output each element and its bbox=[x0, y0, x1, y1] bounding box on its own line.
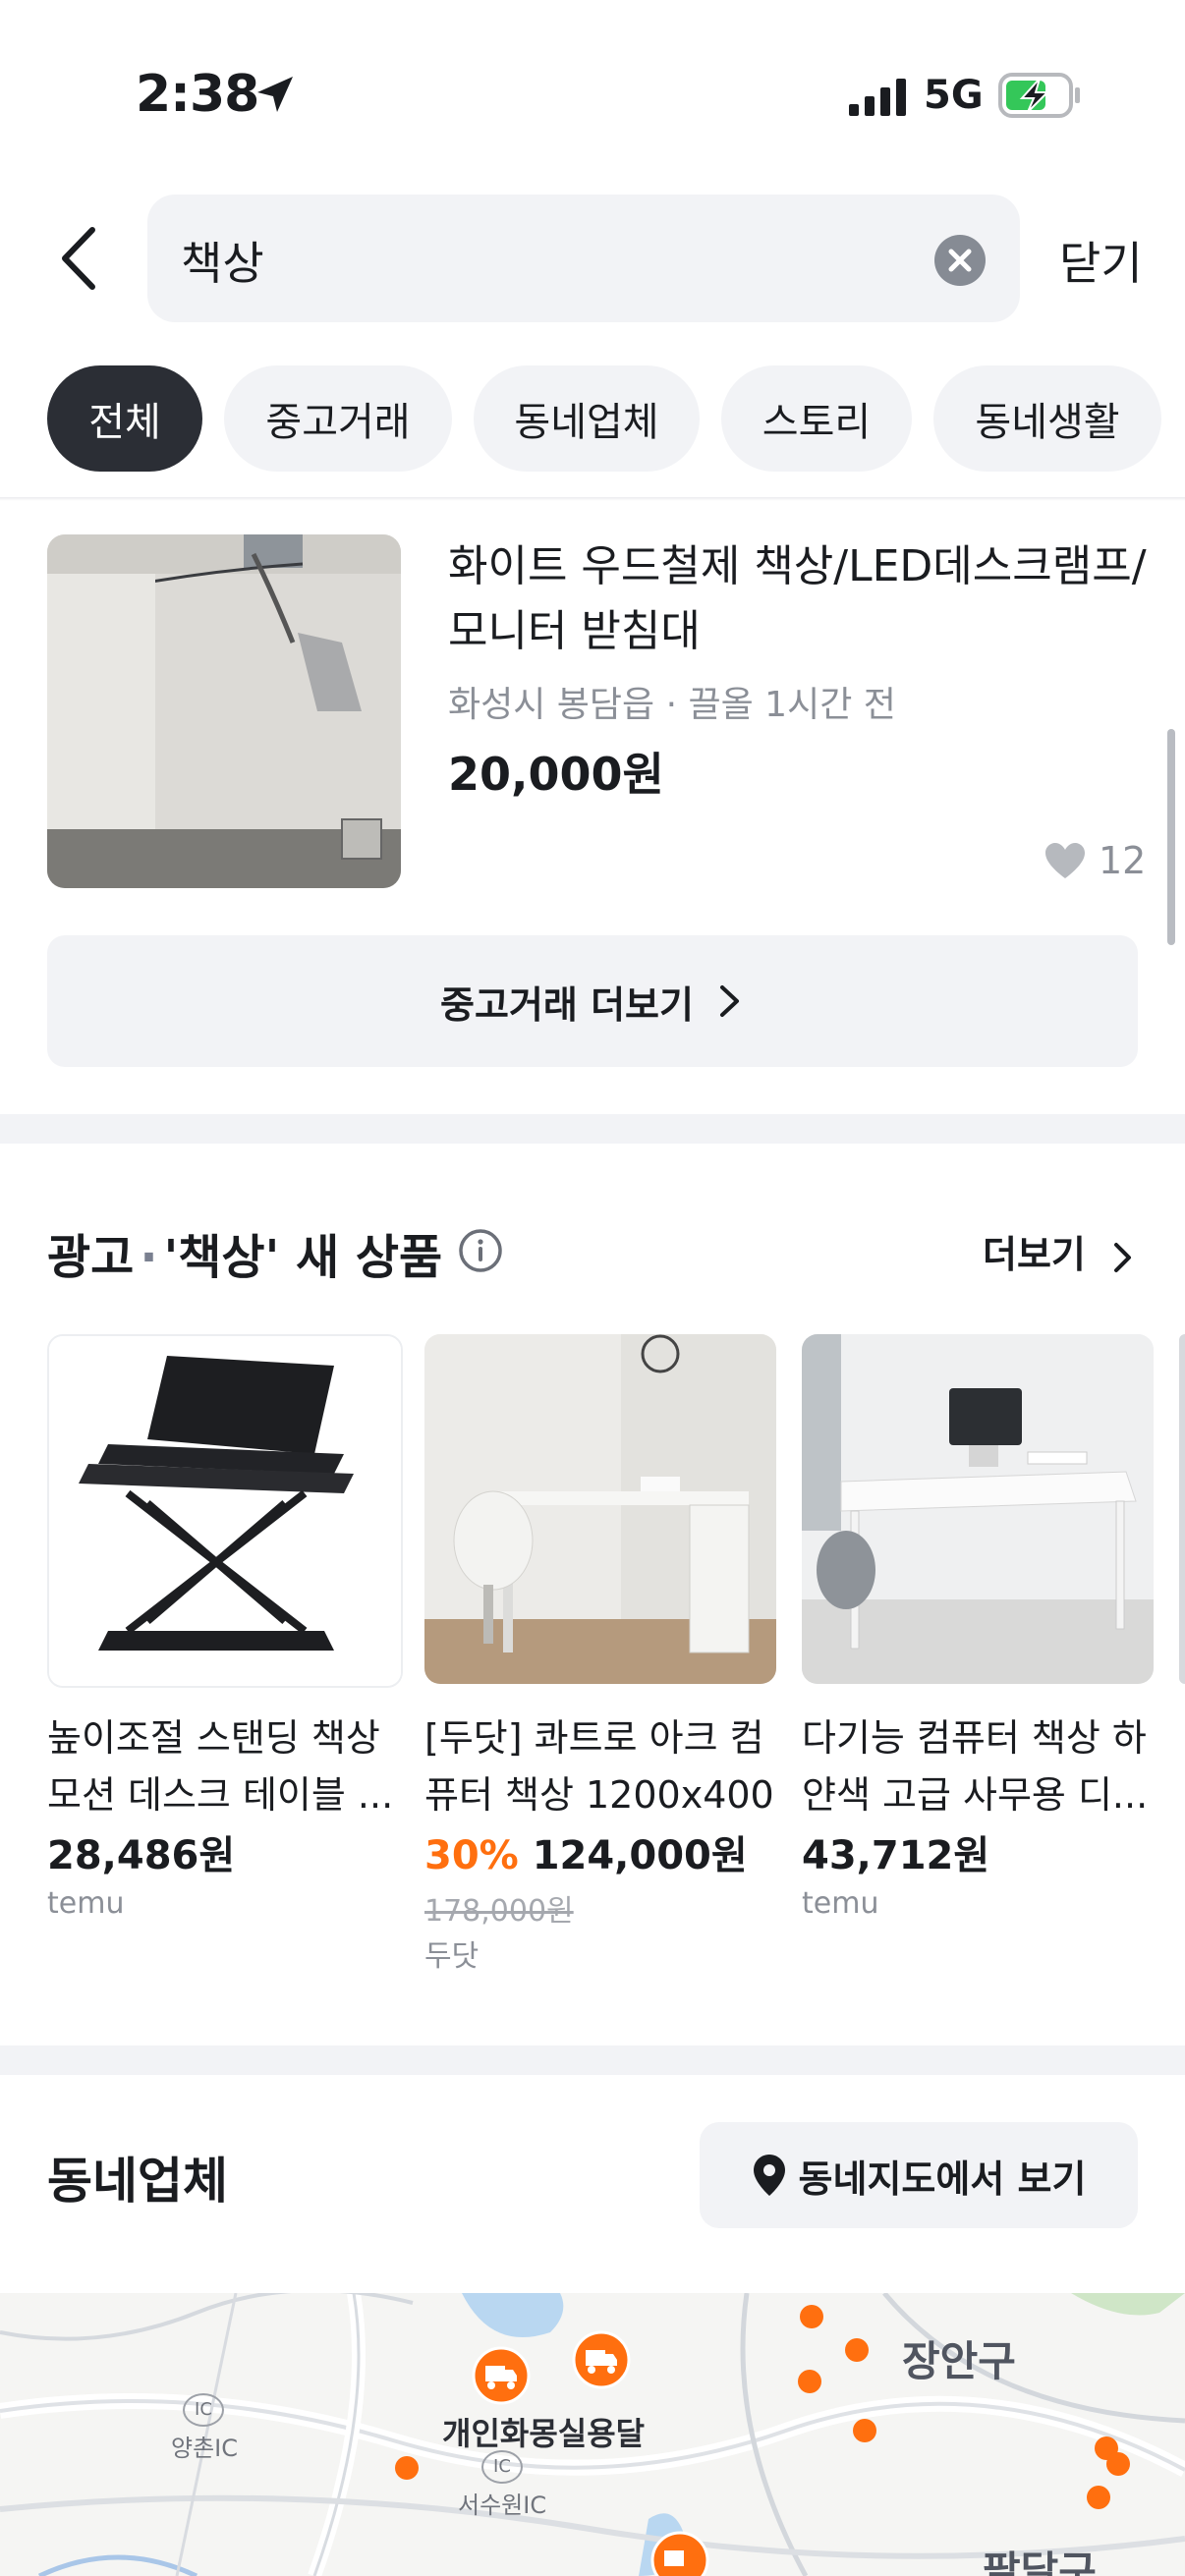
tab-all[interactable]: 전체 bbox=[47, 365, 202, 472]
product-price: 124,000원 bbox=[532, 1833, 748, 1878]
heart-icon bbox=[1045, 843, 1085, 878]
product-seller: 두닷 bbox=[424, 1939, 480, 1974]
map-ic-label: 양촌IC bbox=[171, 2435, 238, 2462]
truck-marker-icon[interactable] bbox=[572, 2330, 631, 2389]
product-seller: temu bbox=[802, 1886, 879, 1921]
tab-local-life[interactable]: 동네생활 bbox=[933, 365, 1161, 472]
close-button[interactable]: 닫기 bbox=[1059, 228, 1143, 293]
search-input[interactable] bbox=[147, 195, 1020, 322]
listing-title[interactable]: 화이트 우드철제 책상/LED데스크램프/모니터 받침대 bbox=[448, 534, 1156, 664]
like-count: 12 bbox=[1099, 839, 1147, 882]
ic-marker: IC bbox=[183, 2393, 224, 2427]
product-title[interactable]: 다기능 컴퓨터 책상 하얀색 고급 사무용 디... bbox=[802, 1709, 1156, 1823]
network-label: 5G bbox=[924, 73, 984, 118]
location-pin-icon bbox=[753, 2155, 785, 2196]
used-trade-more-button[interactable]: 중고거래 더보기 bbox=[47, 935, 1138, 1067]
product-title[interactable]: [두닷] 콰트로 아크 컴퓨터 책상 1200x400 bbox=[424, 1709, 778, 1823]
map-district-label: 팔달구 bbox=[983, 2548, 1097, 2576]
status-time: 2:38 bbox=[136, 65, 259, 124]
product-price: 43,712원 bbox=[802, 1833, 990, 1878]
local-map[interactable]: 장안구 팔달구 개인화몽실용달 IC 양촌IC IC 서수원IC bbox=[0, 2293, 1185, 2576]
listing-price: 20,000원 bbox=[448, 748, 664, 801]
local-business-title: 동네업체 bbox=[47, 2153, 228, 2210]
more-button-label: 중고거래 더보기 bbox=[440, 982, 694, 1027]
header-divider bbox=[0, 497, 1185, 501]
product-price-row: 30% 124,000원 bbox=[424, 1823, 748, 1880]
listing-meta: 화성시 봉담읍 · 끌올 1시간 전 bbox=[448, 685, 896, 725]
tab-used-trade[interactable]: 중고거래 bbox=[224, 365, 452, 472]
chevron-right-icon bbox=[1114, 1242, 1132, 1272]
map-place-label: 개인화몽실용달 bbox=[442, 2415, 646, 2452]
ad-separator: · bbox=[140, 1230, 158, 1285]
chevron-right-icon bbox=[719, 985, 739, 1017]
product-image-peek[interactable] bbox=[1179, 1334, 1185, 1684]
tab-story[interactable]: 스토리 bbox=[721, 365, 912, 472]
truck-marker-icon[interactable] bbox=[650, 2531, 709, 2576]
listing-thumbnail[interactable] bbox=[47, 534, 401, 888]
discount-rate: 30% bbox=[424, 1833, 519, 1878]
truck-marker-icon[interactable] bbox=[472, 2346, 531, 2405]
view-on-map-button[interactable]: 동네지도에서 보기 bbox=[700, 2122, 1138, 2228]
signal-icon bbox=[849, 79, 906, 116]
view-on-map-label: 동네지도에서 보기 bbox=[798, 2156, 1087, 2201]
search-query[interactable]: 책상 bbox=[181, 228, 264, 293]
product-price: 28,486원 bbox=[47, 1833, 236, 1878]
ad-section-title: 광고 · '책상' 새 상품 bbox=[47, 1218, 442, 1287]
ad-more-label: 더보기 bbox=[983, 1233, 1086, 1276]
ad-more-link[interactable]: 더보기 bbox=[983, 1224, 1136, 1278]
location-arrow-icon bbox=[257, 77, 293, 112]
product-title[interactable]: 높이조절 스탠딩 책상 모션 데스크 테이블 ... bbox=[47, 1709, 401, 1823]
ad-label: 광고 bbox=[47, 1230, 135, 1285]
battery-charging-icon bbox=[998, 73, 1080, 118]
tab-local-business[interactable]: 동네업체 bbox=[474, 365, 700, 472]
map-district-label: 장안구 bbox=[902, 2337, 1016, 2385]
section-divider bbox=[0, 1114, 1185, 1144]
map-ic-label: 서수원IC bbox=[458, 2492, 547, 2519]
ad-title-main: '책상' 새 상품 bbox=[163, 1230, 443, 1285]
product-image[interactable] bbox=[47, 1334, 403, 1688]
ic-marker: IC bbox=[481, 2450, 523, 2484]
clear-icon[interactable] bbox=[933, 234, 987, 287]
back-chevron-icon[interactable] bbox=[55, 224, 104, 293]
scrollbar[interactable] bbox=[1167, 729, 1175, 945]
product-seller: temu bbox=[47, 1886, 125, 1921]
product-image[interactable] bbox=[802, 1334, 1154, 1684]
original-price: 178,000원 bbox=[424, 1894, 574, 1929]
section-divider bbox=[0, 2045, 1185, 2075]
info-icon[interactable] bbox=[458, 1228, 503, 1273]
product-image[interactable] bbox=[424, 1334, 776, 1684]
